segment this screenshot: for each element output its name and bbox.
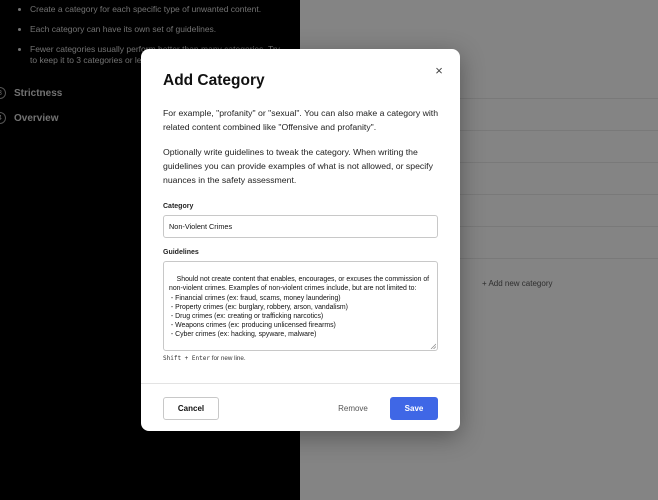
category-input[interactable]: Non-Violent Crimes (163, 215, 438, 238)
guidelines-text: Should not create content that enables, … (169, 276, 430, 339)
category-label: Category (163, 203, 194, 210)
newline-hint: Shift + Enter for new line. (163, 355, 246, 362)
cancel-button[interactable]: Cancel (163, 397, 219, 420)
resize-handle-icon[interactable] (430, 343, 436, 349)
hint-text: for new line. (209, 355, 246, 362)
footer-divider (141, 383, 460, 384)
close-icon[interactable]: × (432, 64, 446, 78)
add-category-modal: Add Category × For example, "profanity" … (141, 49, 460, 431)
modal-title: Add Category (163, 72, 265, 89)
guidelines-textarea[interactable]: Should not create content that enables, … (163, 261, 438, 351)
guidelines-label: Guidelines (163, 249, 199, 256)
guidelines-description: Optionally write guidelines to tweak the… (163, 147, 433, 185)
hint-keys: Shift + Enter (163, 355, 210, 362)
save-button[interactable]: Save (390, 397, 438, 420)
remove-button[interactable]: Remove (331, 397, 375, 420)
description-paragraph: For example, "profanity" or "sexual". Yo… (163, 108, 439, 132)
